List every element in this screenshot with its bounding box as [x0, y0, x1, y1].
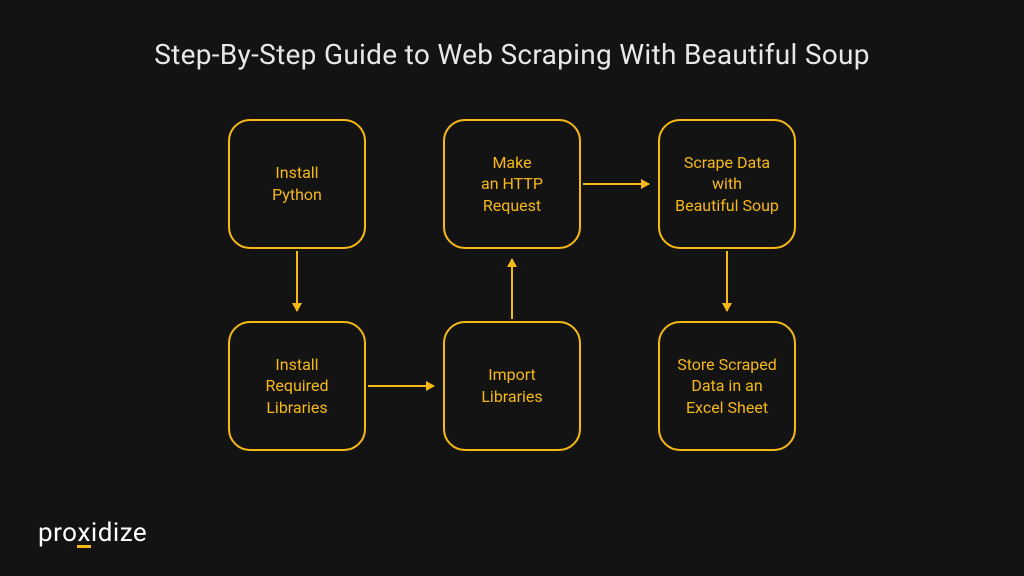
box-http-request: Makean HTTPRequest — [443, 119, 581, 249]
box-label: ImportLibraries — [481, 364, 542, 407]
box-label: InstallPython — [272, 162, 322, 205]
box-label: Scrape DatawithBeautiful Soup — [675, 152, 779, 217]
arrow-step3-to-step4 — [511, 259, 513, 319]
arrow-step2-to-step3 — [368, 385, 434, 387]
logo-post: idize — [91, 518, 147, 548]
logo-proxidize: proxidize — [38, 518, 147, 548]
arrow-step1-to-step2 — [296, 251, 298, 311]
arrow-step5-to-step6 — [726, 251, 728, 311]
logo-x: x — [77, 522, 90, 548]
box-label: Store ScrapedData in anExcel Sheet — [677, 354, 777, 419]
box-scrape-data: Scrape DatawithBeautiful Soup — [658, 119, 796, 249]
arrow-step4-to-step5 — [583, 183, 649, 185]
box-import-libraries: ImportLibraries — [443, 321, 581, 451]
box-label: InstallRequiredLibraries — [266, 354, 329, 419]
flow-diagram: InstallPython Makean HTTPRequest Scrape … — [0, 111, 1024, 531]
page-title: Step-By-Step Guide to Web Scraping With … — [0, 0, 1024, 71]
box-store-data: Store ScrapedData in anExcel Sheet — [658, 321, 796, 451]
box-install-libraries: InstallRequiredLibraries — [228, 321, 366, 451]
logo-pre: pro — [38, 518, 77, 548]
box-install-python: InstallPython — [228, 119, 366, 249]
box-label: Makean HTTPRequest — [481, 152, 543, 217]
